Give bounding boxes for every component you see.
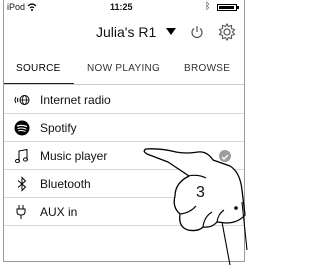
step-number: 3 <box>196 184 205 201</box>
header: Julia's R1 <box>4 16 244 46</box>
power-icon[interactable] <box>190 25 204 39</box>
tab-bar: SOURCE NOW PLAYING BROWSE <box>4 55 244 85</box>
source-label: Internet radio <box>40 93 111 107</box>
tab-browse[interactable]: BROWSE <box>184 63 230 74</box>
status-bar: iPod 11:25 ᛒ <box>4 0 244 14</box>
aux-plug-icon <box>16 205 26 219</box>
source-label: Spotify <box>40 121 77 135</box>
source-item-aux-in[interactable]: AUX in <box>4 198 244 226</box>
app-frame: iPod 11:25 ᛒ Julia's R1 SOURCE NOW PLAYI… <box>3 0 245 262</box>
source-item-internet-radio[interactable]: Internet radio <box>4 86 244 114</box>
source-item-spotify[interactable]: Spotify <box>4 114 244 142</box>
carrier-label: iPod <box>7 2 26 12</box>
tab-source[interactable]: SOURCE <box>16 63 61 74</box>
bluetooth-icon <box>17 176 27 192</box>
source-label: AUX in <box>40 205 78 219</box>
source-label: Music player <box>40 149 108 163</box>
bluetooth-status-icon: ᛒ <box>205 1 211 11</box>
chevron-down-icon[interactable] <box>166 28 176 35</box>
divider <box>4 84 244 85</box>
music-note-icon <box>15 148 28 164</box>
source-item-bluetooth[interactable]: Bluetooth <box>4 170 244 198</box>
gear-icon[interactable] <box>217 22 237 42</box>
battery-icon <box>217 4 239 11</box>
wifi-icon <box>27 3 37 11</box>
internet-radio-icon <box>14 95 30 105</box>
selected-check-icon <box>219 150 231 162</box>
spotify-icon <box>14 120 30 136</box>
tab-now-playing[interactable]: NOW PLAYING <box>87 63 160 74</box>
source-label: Bluetooth <box>40 177 91 191</box>
clock: 11:25 <box>110 2 133 12</box>
source-item-music-player[interactable]: Music player <box>4 142 244 170</box>
device-name[interactable]: Julia's R1 <box>96 24 156 40</box>
